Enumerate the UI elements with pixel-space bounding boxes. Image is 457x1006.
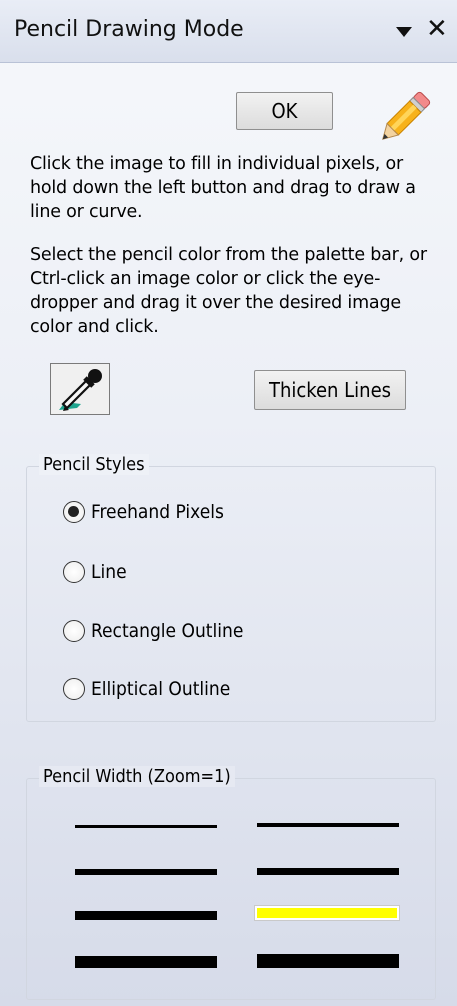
instructions-color: Select the pencil color from the palette…	[30, 245, 427, 337]
radio-label: Rectangle Outline	[91, 620, 244, 642]
pencil-width-label: Pencil Width (Zoom=1)	[39, 766, 235, 787]
ok-button[interactable]: OK	[236, 92, 333, 130]
eyedropper-icon	[59, 369, 102, 411]
width-option-1[interactable]	[75, 825, 217, 828]
pencil-width-group: Pencil Width (Zoom=1)	[26, 766, 436, 1000]
width-option-3[interactable]	[75, 869, 217, 875]
instructions-draw: Click the image to fill in individual pi…	[30, 154, 416, 222]
radio-label: Elliptical Outline	[91, 678, 231, 700]
radio-freehand-pixels[interactable]: Freehand Pixels	[63, 497, 224, 527]
dropdown-arrow-icon[interactable]	[396, 27, 412, 37]
pencil-styles-label: Pencil Styles	[39, 454, 149, 475]
close-icon[interactable]: ✕	[426, 14, 448, 44]
panel-title: Pencil Drawing Mode	[14, 17, 244, 42]
pencil-icon	[382, 91, 431, 140]
width-option-6-selected[interactable]	[254, 905, 400, 921]
radio-label: Freehand Pixels	[91, 501, 224, 523]
radio-rectangle-outline[interactable]: Rectangle Outline	[63, 616, 243, 646]
thicken-lines-button[interactable]: Thicken Lines	[254, 370, 406, 410]
radio-button[interactable]	[63, 678, 85, 700]
width-option-7[interactable]	[75, 956, 217, 968]
title-bar: Pencil Drawing Mode ✕	[0, 0, 457, 63]
width-option-8[interactable]	[257, 954, 399, 968]
width-option-2[interactable]	[257, 823, 399, 827]
radio-label: Line	[91, 561, 127, 583]
width-option-5[interactable]	[75, 911, 217, 920]
radio-button[interactable]	[63, 561, 85, 583]
radio-button-checked[interactable]	[63, 501, 85, 523]
pencil-styles-group: Pencil Styles Freehand Pixels Line Recta…	[26, 454, 436, 722]
radio-button[interactable]	[63, 620, 85, 642]
width-option-4[interactable]	[257, 868, 399, 875]
radio-elliptical-outline[interactable]: Elliptical Outline	[63, 674, 230, 704]
eyedropper-button[interactable]	[50, 363, 110, 415]
radio-line[interactable]: Line	[63, 557, 127, 587]
